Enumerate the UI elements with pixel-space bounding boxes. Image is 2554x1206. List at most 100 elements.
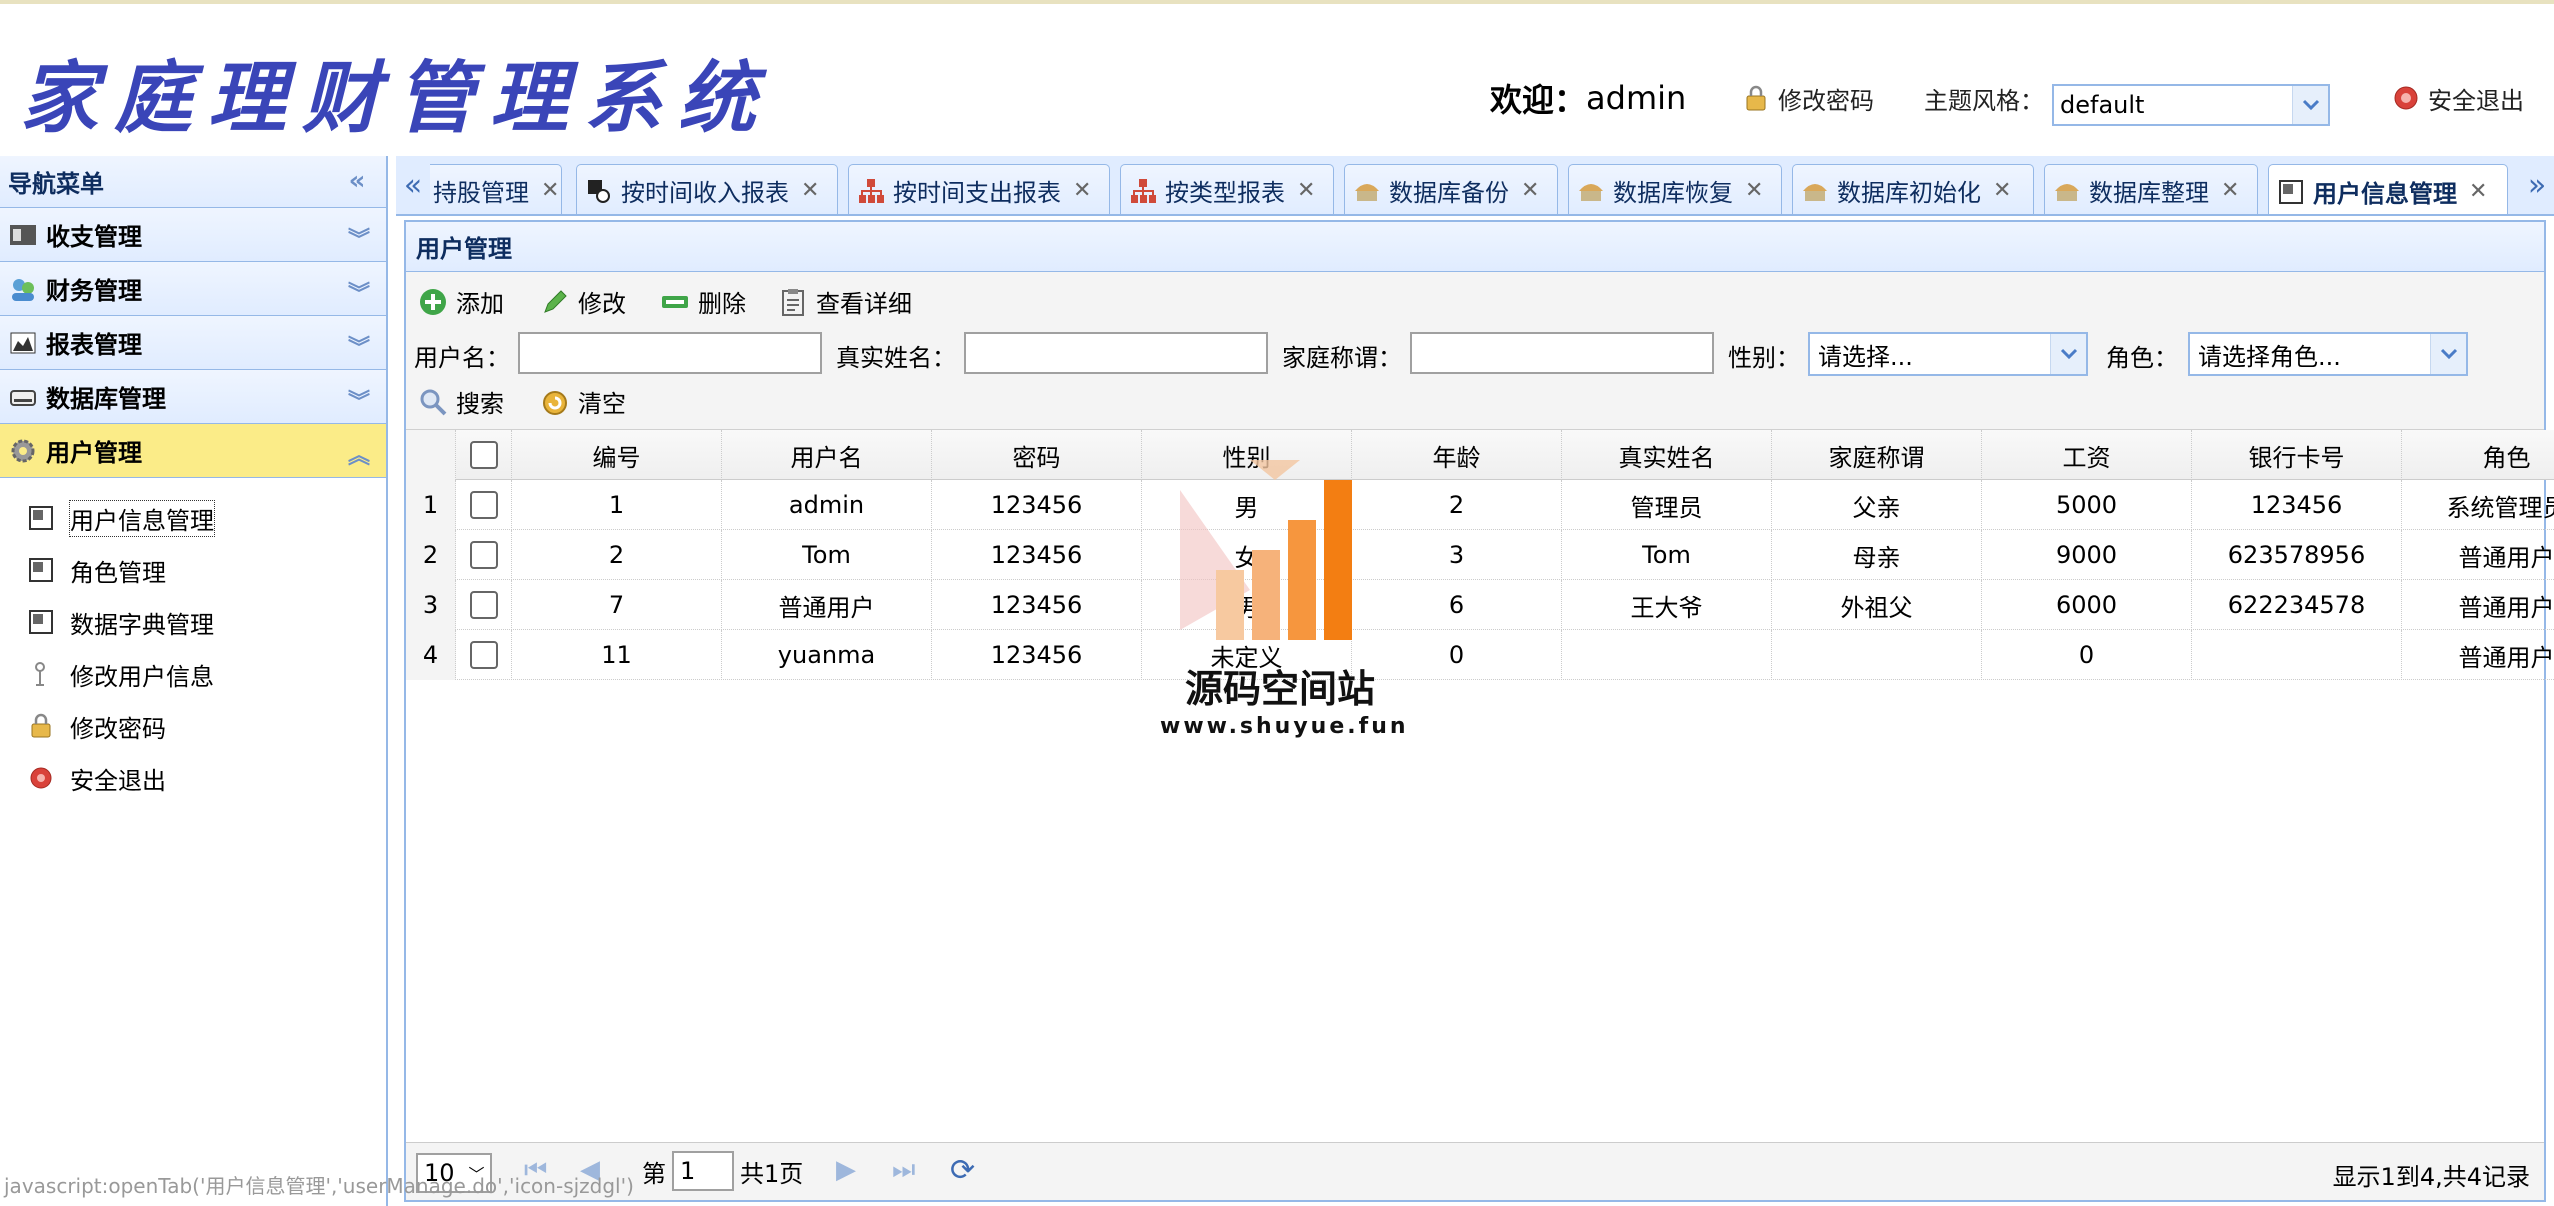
- tab-label: 数据库恢复: [1613, 179, 1733, 207]
- table-cell: 623578956: [2192, 530, 2402, 580]
- tab-scroll-right-icon[interactable]: »: [2520, 156, 2554, 214]
- table-cell: 7: [512, 580, 722, 630]
- page-number-input[interactable]: 1: [672, 1151, 734, 1191]
- nav-item-role[interactable]: 角色管理: [0, 544, 386, 596]
- tab-report-by-type[interactable]: 按类型报表 ✕: [1120, 164, 1334, 214]
- tab-label: 数据库整理: [2089, 179, 2209, 207]
- next-page-icon[interactable]: ▶: [836, 1155, 856, 1185]
- close-icon[interactable]: ✕: [1993, 178, 2011, 203]
- expand-icon: ︾: [347, 228, 370, 253]
- tab-expense-by-time[interactable]: 按时间支出报表 ✕: [848, 164, 1110, 214]
- table-cell: [2192, 630, 2402, 680]
- table-row[interactable]: 11admin123456男2管理员父亲5000123456系统管理员: [406, 480, 2554, 530]
- umbrella-icon: [1355, 183, 1379, 201]
- nav-item-label: 用户信息管理: [69, 499, 215, 537]
- nav-item-edit-user[interactable]: 修改用户信息: [0, 648, 386, 700]
- row-select-cell: [456, 580, 512, 630]
- row-checkbox[interactable]: [469, 491, 498, 519]
- family-title-label: 家庭称谓：: [1282, 344, 1402, 372]
- gender-select[interactable]: 请选择...: [1808, 332, 2088, 376]
- close-icon[interactable]: ✕: [1073, 178, 1091, 203]
- column-header[interactable]: 用户名: [722, 430, 932, 480]
- close-icon[interactable]: ✕: [801, 178, 819, 203]
- close-icon[interactable]: ✕: [1521, 178, 1539, 203]
- nav-section-database[interactable]: 数据库管理 ︾: [0, 370, 386, 424]
- change-password-link[interactable]: 修改密码: [1742, 76, 1874, 120]
- tab-db-organize[interactable]: 数据库整理 ✕: [2044, 164, 2258, 214]
- tab-income-by-time[interactable]: 按时间收入报表 ✕: [576, 164, 838, 214]
- logout-link[interactable]: 安全退出: [2392, 76, 2524, 120]
- table-cell: 11: [512, 630, 722, 680]
- tab-db-init[interactable]: 数据库初始化 ✕: [1792, 164, 2034, 214]
- refresh-icon[interactable]: ⟳: [950, 1153, 975, 1188]
- row-number: 3: [406, 580, 456, 630]
- nav-section-label: 数据库管理: [46, 385, 166, 413]
- tab-scroll-left-icon[interactable]: «: [396, 156, 430, 214]
- row-checkbox[interactable]: [469, 591, 498, 619]
- table-row[interactable]: 3 7 普通用户 123456 男 6 王大爷 外祖父 6000 622234578 普通用户: [406, 580, 2554, 630]
- column-header[interactable]: 编号: [512, 430, 722, 480]
- welcome-user: admin: [1586, 79, 1687, 117]
- tab-label: 按时间支出报表: [893, 179, 1061, 207]
- nav-item-label: 修改用户信息: [70, 662, 214, 691]
- search-button[interactable]: 搜索: [418, 384, 504, 419]
- row-checkbox[interactable]: [469, 541, 498, 569]
- watermark-text: 源码空间站: [1184, 667, 1375, 711]
- role-select[interactable]: 请选择角色...: [2188, 332, 2468, 376]
- last-page-icon[interactable]: ⏭: [892, 1155, 915, 1186]
- users-icon: [12, 278, 34, 301]
- column-header[interactable]: 角色: [2402, 430, 2554, 480]
- edit-button[interactable]: 修改: [540, 284, 626, 319]
- column-header[interactable]: 工资: [1982, 430, 2192, 480]
- table-cell: [1562, 630, 1772, 680]
- table-cell: 622234578: [2192, 580, 2402, 630]
- watermark-url: www.shuyue.fun: [1160, 714, 1409, 739]
- nav-section-income[interactable]: 收支管理 ︾: [0, 208, 386, 262]
- nav-item-user-info[interactable]: 用户信息管理: [0, 492, 386, 544]
- tab-db-restore[interactable]: 数据库恢复 ✕: [1568, 164, 1782, 214]
- table-row[interactable]: 4 11 yuanma 123456 未定义 0 0 普通用户: [406, 630, 2554, 680]
- row-number: 4: [406, 630, 456, 680]
- close-icon[interactable]: ✕: [541, 178, 559, 203]
- nav-item-logout[interactable]: 安全退出: [0, 752, 386, 804]
- view-detail-button[interactable]: 查看详细: [778, 284, 912, 319]
- nav-item-label: 数据字典管理: [70, 610, 214, 639]
- table-row[interactable]: 2 2 Tom 123456 女 3 Tom 母亲 9000 623578956 普通用户: [406, 530, 2554, 580]
- tab-db-backup[interactable]: 数据库备份 ✕: [1344, 164, 1558, 214]
- close-icon[interactable]: ✕: [2221, 178, 2239, 203]
- nav-section-reports[interactable]: 报表管理 ︾: [0, 316, 386, 370]
- username-input[interactable]: [518, 332, 822, 374]
- close-icon[interactable]: ✕: [1745, 178, 1763, 203]
- nav-item-dictionary[interactable]: 数据字典管理: [0, 596, 386, 648]
- close-icon[interactable]: ✕: [1297, 178, 1315, 203]
- table-cell: 123456: [932, 530, 1142, 580]
- nav-section-finance[interactable]: 财务管理 ︾: [0, 262, 386, 316]
- theme-select[interactable]: default: [2052, 84, 2330, 126]
- delete-button[interactable]: 删除: [660, 284, 746, 319]
- row-checkbox[interactable]: [469, 641, 498, 669]
- chevron-down-icon: [2430, 334, 2466, 374]
- nav-item-change-password[interactable]: 修改密码: [0, 700, 386, 752]
- column-header[interactable]: 真实姓名: [1562, 430, 1772, 480]
- select-all-cell: [456, 430, 512, 480]
- select-all-checkbox[interactable]: [469, 441, 498, 469]
- column-header[interactable]: 家庭称谓: [1772, 430, 1982, 480]
- family-title-input[interactable]: [1410, 332, 1714, 374]
- user-info-icon: [29, 506, 53, 530]
- column-header[interactable]: 银行卡号: [2192, 430, 2402, 480]
- tab-label: 按时间收入报表: [621, 179, 789, 207]
- tab-user-info[interactable]: 用户信息管理 ✕: [2268, 164, 2508, 214]
- table-cell: 9000: [1982, 530, 2192, 580]
- table-cell: 普通用户: [2402, 630, 2554, 680]
- realname-input[interactable]: [964, 332, 1268, 374]
- realname-label: 真实姓名：: [836, 344, 956, 372]
- add-button[interactable]: 添加: [418, 284, 504, 319]
- tab-holdings[interactable]: 持股管理 ✕: [430, 164, 562, 214]
- clear-button[interactable]: 清空: [540, 384, 626, 419]
- panel-title: 用户管理: [406, 222, 2544, 272]
- table-cell: 123456: [932, 480, 1142, 530]
- close-icon[interactable]: ✕: [2469, 179, 2487, 204]
- column-header[interactable]: 密码: [932, 430, 1142, 480]
- nav-section-users[interactable]: 用户管理 ︽: [0, 424, 386, 478]
- collapse-icon[interactable]: «: [344, 168, 370, 194]
